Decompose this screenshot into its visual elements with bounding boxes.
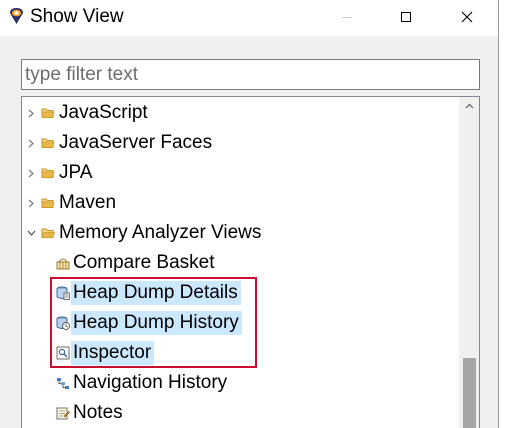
dialog-title: Show View <box>30 6 124 27</box>
close-icon <box>461 11 473 23</box>
tree-item-compare-basket[interactable]: Compare Basket <box>56 249 218 277</box>
tree-item-label: Maven <box>59 192 117 213</box>
navigation-history-icon <box>57 378 69 389</box>
eclipse-icon <box>10 8 23 24</box>
scroll-up-arrow-icon <box>465 103 473 109</box>
title-bar[interactable]: Show View <box>0 0 498 36</box>
chevron-right-icon[interactable] <box>27 199 35 208</box>
tree-item-javaserver-faces[interactable]: JavaServer Faces <box>27 129 215 157</box>
tree-item-label: Inspector <box>71 341 155 365</box>
show-view-dialog: Show View type filter text JavaScript Ja… <box>0 0 499 428</box>
folder-icon <box>41 168 55 178</box>
chevron-right-icon[interactable] <box>27 109 35 118</box>
tree-item-label: JavaScript <box>59 102 148 123</box>
minimize-icon <box>342 17 352 18</box>
tree-item-label: Heap Dump History <box>71 311 242 335</box>
views-tree[interactable]: JavaScript JavaServer Faces JPA Maven Me… <box>21 96 480 428</box>
chevron-down-icon[interactable] <box>27 229 36 237</box>
folder-icon <box>41 108 55 118</box>
maximize-icon <box>401 12 411 22</box>
tree-item-jpa[interactable]: JPA <box>27 159 95 187</box>
tree-item-label: JavaServer Faces <box>59 132 213 153</box>
tree-item-label: JPA <box>59 162 93 183</box>
tree-item-heap-dump-details[interactable]: Heap Dump Details <box>56 279 241 307</box>
tree-item-navigation-history[interactable]: Navigation History <box>56 369 230 397</box>
compare-basket-icon <box>56 258 70 270</box>
background-area <box>499 0 512 428</box>
open-folder-icon <box>41 228 55 238</box>
tree-item-heap-dump-history[interactable]: Heap Dump History <box>56 309 242 337</box>
chevron-right-icon[interactable] <box>27 169 35 178</box>
tree-item-inspector[interactable]: Inspector <box>56 339 155 367</box>
minimize-button[interactable] <box>324 0 370 34</box>
tree-item-memory-analyzer-views[interactable]: Memory Analyzer Views <box>27 219 264 247</box>
tree-item-label: Memory Analyzer Views <box>59 222 262 243</box>
close-button[interactable] <box>444 0 490 34</box>
heap-dump-details-icon <box>56 286 70 300</box>
tree-item-label: Heap Dump Details <box>71 281 241 305</box>
heap-dump-history-icon <box>56 316 70 330</box>
tree-item-notes[interactable]: Notes <box>56 399 126 427</box>
scrollbar-thumb[interactable] <box>463 358 476 428</box>
tree-item-javascript[interactable]: JavaScript <box>27 99 151 127</box>
folder-icon <box>41 138 55 148</box>
tree-item-label: Compare Basket <box>73 252 215 273</box>
maximize-button[interactable] <box>383 0 429 34</box>
tree-item-maven[interactable]: Maven <box>27 189 119 217</box>
vertical-scrollbar[interactable] <box>459 97 479 428</box>
tree-item-label: Navigation History <box>73 372 228 393</box>
folder-icon <box>41 198 55 208</box>
chevron-right-icon[interactable] <box>27 139 35 148</box>
notes-icon <box>56 407 70 420</box>
tree-item-label: Notes <box>73 402 123 423</box>
scroll-up-button[interactable] <box>459 97 479 115</box>
filter-input[interactable] <box>21 59 480 90</box>
inspector-icon <box>56 346 70 360</box>
